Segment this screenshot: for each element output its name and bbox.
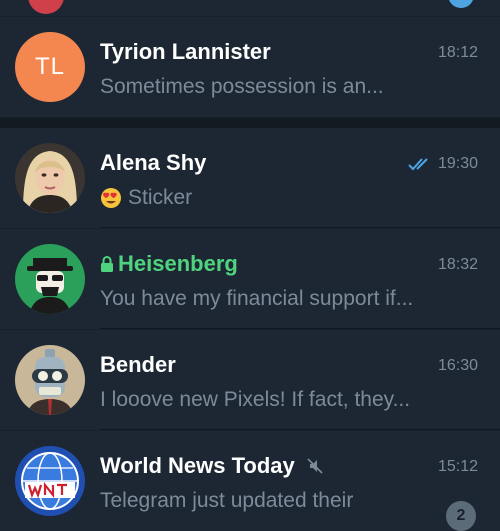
previous-chat-row-partial[interactable] [0, 0, 500, 16]
chat-name: Heisenberg [118, 251, 238, 276]
chat-preview: I looove new Pixels! If fact, they... [100, 388, 411, 411]
row-divider [100, 328, 500, 329]
chat-row-bender[interactable]: Bender 16:30 I looove new Pixels! If fac… [0, 330, 500, 430]
chat-name: World News Today [100, 453, 295, 478]
avatar [15, 345, 85, 415]
avatar [15, 143, 85, 213]
avatar [15, 446, 85, 516]
chat-preview: You have my financial support if... [100, 287, 414, 310]
chat-time: 18:32 [437, 256, 478, 273]
mute-icon [307, 458, 323, 474]
section-separator [0, 118, 500, 128]
lock-icon [101, 256, 113, 272]
chat-time-container: 19:30 [408, 155, 478, 173]
chat-preview-container: Sticker [100, 186, 460, 210]
chat-name-container: Heisenberg [100, 251, 238, 277]
chat-preview: Sticker [128, 186, 193, 209]
chat-time: 18:12 [437, 44, 478, 61]
chat-time: 19:30 [437, 155, 478, 172]
chat-preview: Sometimes possession is an... [100, 75, 384, 98]
avatar [15, 244, 85, 314]
chat-preview: Telegram just updated their [100, 489, 354, 512]
chat-time: 15:12 [437, 458, 478, 475]
avatar: TL [15, 32, 85, 102]
chat-name-container: World News Today [100, 453, 323, 479]
row-divider [100, 429, 500, 430]
double-check-icon [408, 158, 428, 171]
heart-eyes-emoji-icon [101, 188, 121, 208]
chat-row-world-news-today[interactable]: World News Today 15:12 Telegram just upd… [0, 431, 500, 531]
chat-name: Tyrion Lannister [100, 39, 271, 64]
chat-row-tyrion-lannister[interactable]: TL Tyrion Lannister 18:12 Sometimes poss… [0, 17, 500, 117]
unread-badge: 2 [446, 501, 476, 531]
chat-name: Bender [100, 352, 176, 377]
chat-time: 16:30 [437, 357, 478, 374]
partial-unread-badge [448, 0, 474, 8]
chat-row-alena-shy[interactable]: Alena Shy 19:30 Sticker [0, 128, 500, 228]
partial-avatar [28, 0, 64, 14]
row-divider [100, 227, 500, 228]
chat-row-heisenberg[interactable]: Heisenberg 18:32 You have my financial s… [0, 229, 500, 329]
chat-name: Alena Shy [100, 150, 207, 175]
